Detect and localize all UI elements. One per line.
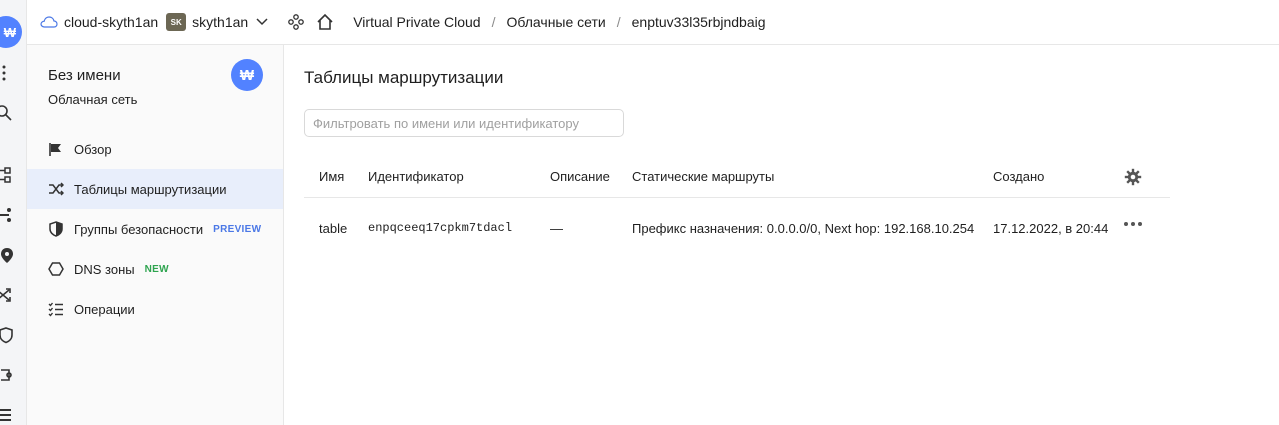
filter-input[interactable] [304,109,624,137]
sidebar-item-label: Таблицы маршрутизации [74,181,227,197]
services-icon[interactable] [288,14,305,30]
route-table-icon[interactable] [0,366,13,384]
column-header-description[interactable]: Описание [550,156,610,197]
sidebar-item-label: DNS зоны [74,261,135,277]
route-tables-table: Имя Идентификатор Описание Статические м… [304,156,1170,258]
network-subtitle: Облачная сеть [48,92,138,107]
left-rail: ₩ [0,0,27,425]
breadcrumb-separator: / [616,14,621,30]
hexagon-icon [47,260,65,278]
sidebar-item-label: Группы безопасности [74,221,204,237]
chevron-down-icon[interactable] [256,18,268,26]
network-icon[interactable] [0,166,13,184]
cell-static-routes: Префикс назначения: 0.0.0.0/0 , Next hop… [632,198,974,258]
more-actions-icon[interactable] [1124,222,1142,226]
sidebar-item-label: Обзор [74,141,112,157]
main-content: Таблицы маршрутизации Имя Идентификатор … [284,45,1279,425]
route-icon[interactable] [0,206,13,224]
preview-badge: PREVIEW [213,223,262,235]
breadcrumb-network-id[interactable]: enptuv33l35rbjndbaig [632,14,766,30]
breadcrumb-vpc[interactable]: Virtual Private Cloud [353,14,480,30]
sidebar-item-route-tables[interactable]: Таблицы маршрутизации [27,169,283,209]
cloud-name[interactable]: cloud-skyth1an [64,14,158,30]
cell-created: 17.12.2022, в 20:44 [993,220,1109,236]
sidebar-item-overview[interactable]: Обзор [27,129,283,169]
column-header-static-routes[interactable]: Статические маршруты [632,156,774,197]
cloud-selector[interactable]: cloud-skyth1an [40,14,158,30]
vpc-logo-icon[interactable]: ₩ [0,16,22,48]
sidebar: Без имени Облачная сеть ₩ Обзор Таблицы … [27,45,284,425]
page-title: Таблицы маршрутизации [304,68,504,87]
column-header-id[interactable]: Идентификатор [368,156,464,197]
breadcrumb-networks[interactable]: Облачные сети [506,14,605,30]
cell-description: — [550,220,563,236]
gear-icon[interactable] [1124,168,1142,186]
column-header-name[interactable]: Имя [319,156,344,197]
list-check-icon [47,300,65,318]
shuffle-icon[interactable] [0,286,13,304]
table-row[interactable]: table enpqceeq17cpkm7tdacl — Префикс наз… [304,198,1170,258]
sidebar-item-security-groups[interactable]: Группы безопасности PREVIEW [27,209,283,249]
column-header-created[interactable]: Создано [993,156,1044,197]
list-icon[interactable] [0,406,13,424]
route-hop-value: 192.168.10.254 [883,220,975,236]
cloud-icon [40,16,58,28]
home-icon[interactable] [316,13,334,31]
location-icon[interactable] [0,246,13,264]
route-prefix-value: 0.0.0.0/0 [766,220,818,236]
folder-avatar: SK [166,13,187,31]
apps-icon[interactable] [0,64,13,82]
new-badge: NEW [144,263,169,275]
cell-name[interactable]: table [319,198,347,258]
breadcrumb-separator: / [491,14,496,30]
sidebar-item-operations[interactable]: Операции [27,289,283,329]
folder-name[interactable]: skyth1an [192,14,248,30]
sidebar-item-label: Операции [74,301,135,317]
shield-icon[interactable] [0,326,13,344]
network-title: Без имени [48,67,121,84]
table-header: Имя Идентификатор Описание Статические м… [304,156,1170,198]
shield-icon [47,220,65,238]
search-icon[interactable] [0,104,13,122]
top-bar: cloud-skyth1an SK skyth1an Virtual Priva… [27,0,1279,45]
cell-id[interactable]: enpqceeq17cpkm7tdacl [368,198,512,258]
route-prefix-label: Префикс назначения: [632,220,767,236]
flag-icon [47,140,65,158]
route-hop-label: , Next hop: [817,220,884,236]
sidebar-item-dns-zones[interactable]: DNS зоны NEW [27,249,283,289]
shuffle-icon [47,180,65,198]
vpc-service-icon: ₩ [231,59,263,91]
